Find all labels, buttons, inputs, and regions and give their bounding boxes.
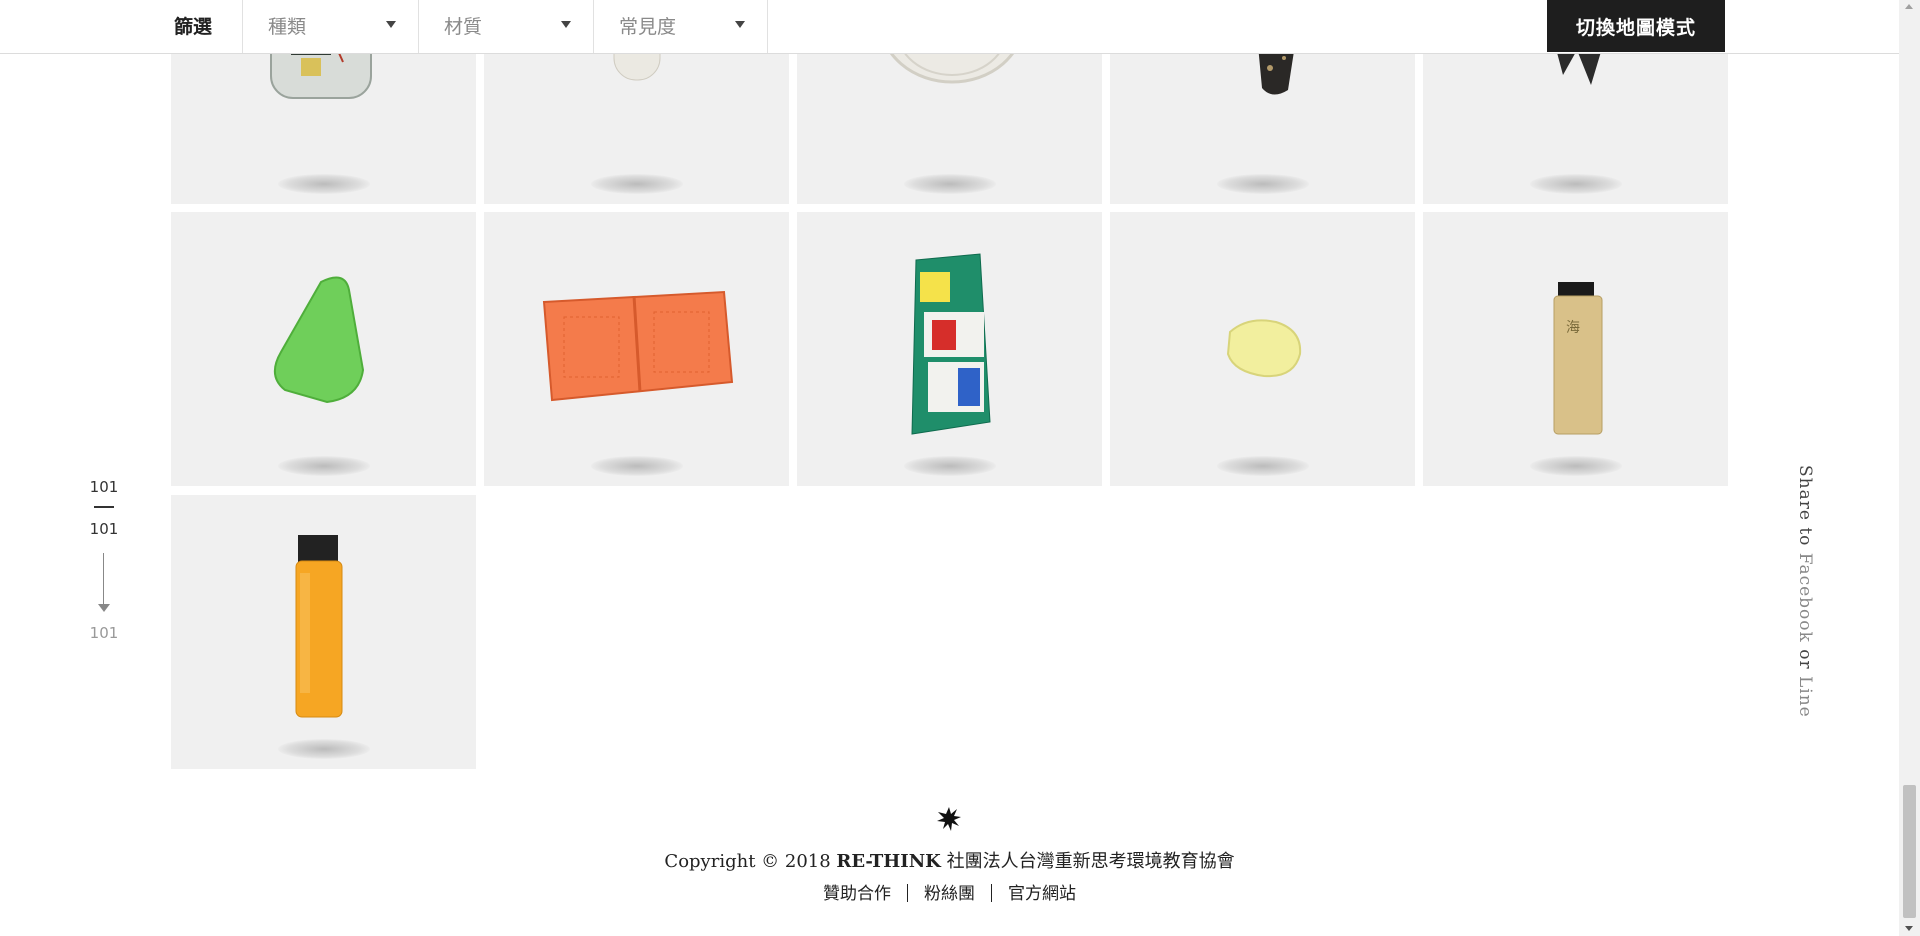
footer-divider <box>991 884 992 902</box>
sponsor-link[interactable]: 贊助合作 <box>823 884 891 904</box>
chevron-down-icon <box>561 21 571 28</box>
filter-label: 篩選 <box>174 16 213 38</box>
yellow-resin-stone-image <box>1226 319 1302 378</box>
share-links: Share to Facebook or Line <box>1795 465 1815 718</box>
footer-divider <box>907 884 908 902</box>
category-dropdown[interactable]: 種類 <box>243 0 418 53</box>
frequency-dropdown[interactable]: 常見度 <box>594 0 767 53</box>
copyright-prefix: Copyright © 2018 <box>664 851 837 872</box>
scroll-arrow-line <box>103 553 104 605</box>
chevron-down-icon <box>386 21 396 28</box>
material-dropdown[interactable]: 材質 <box>419 0 593 53</box>
copyright-brand: RE-THINK <box>836 851 941 872</box>
vertical-scrollbar[interactable] <box>1899 0 1920 936</box>
scroll-thumb[interactable] <box>1903 785 1916 918</box>
share-facebook-link[interactable]: Facebook <box>1795 553 1815 643</box>
frequency-dropdown-value: 常見度 <box>619 16 677 38</box>
scroll-up-icon[interactable] <box>1905 4 1913 9</box>
orange-plastic-basket-image <box>542 290 734 402</box>
filter-bar: 篩選 種類 材質 常見度 切換地圖模式 <box>0 0 1899 54</box>
item-card[interactable] <box>797 212 1102 486</box>
category-dropdown-value: 種類 <box>268 16 307 38</box>
footer-links: 贊助合作 粉絲團 官方網站 <box>0 879 1899 904</box>
starburst-icon <box>937 807 961 831</box>
share-prefix: Share to <box>1795 465 1815 553</box>
scroll-down-icon[interactable] <box>1905 926 1913 931</box>
fanpage-link[interactable]: 粉絲團 <box>924 884 975 904</box>
share-line-link[interactable]: Line <box>1795 676 1815 718</box>
green-sea-glass-image <box>274 276 365 404</box>
share-or: or <box>1795 642 1815 676</box>
map-mode-toggle-button[interactable]: 切換地圖模式 <box>1547 0 1725 52</box>
snack-wrapper-image <box>911 253 991 435</box>
counter-total: 101 <box>89 520 119 538</box>
item-card[interactable]: 海 <box>1423 212 1728 486</box>
beige-lighter-image: 海 <box>1553 282 1603 435</box>
chevron-down-icon <box>735 21 745 28</box>
arrow-down-icon <box>98 604 110 612</box>
counter-divider <box>94 506 114 508</box>
copyright-text: Copyright © 2018 RE-THINK 社團法人台灣重新思考環境教育… <box>0 847 1899 873</box>
item-card[interactable] <box>1110 212 1415 486</box>
item-card[interactable] <box>171 212 476 486</box>
official-site-link[interactable]: 官方網站 <box>1008 884 1076 904</box>
orange-lighter-image <box>295 535 343 718</box>
svg-text:海: 海 <box>1566 320 1580 336</box>
copyright-org: 社團法人台灣重新思考環境教育協會 <box>940 851 1235 872</box>
item-card[interactable] <box>171 495 476 769</box>
filter-divider <box>767 0 768 53</box>
item-card[interactable] <box>484 212 789 486</box>
material-dropdown-value: 材質 <box>444 16 483 38</box>
counter-end: 101 <box>89 624 119 642</box>
counter-current: 101 <box>89 478 119 496</box>
